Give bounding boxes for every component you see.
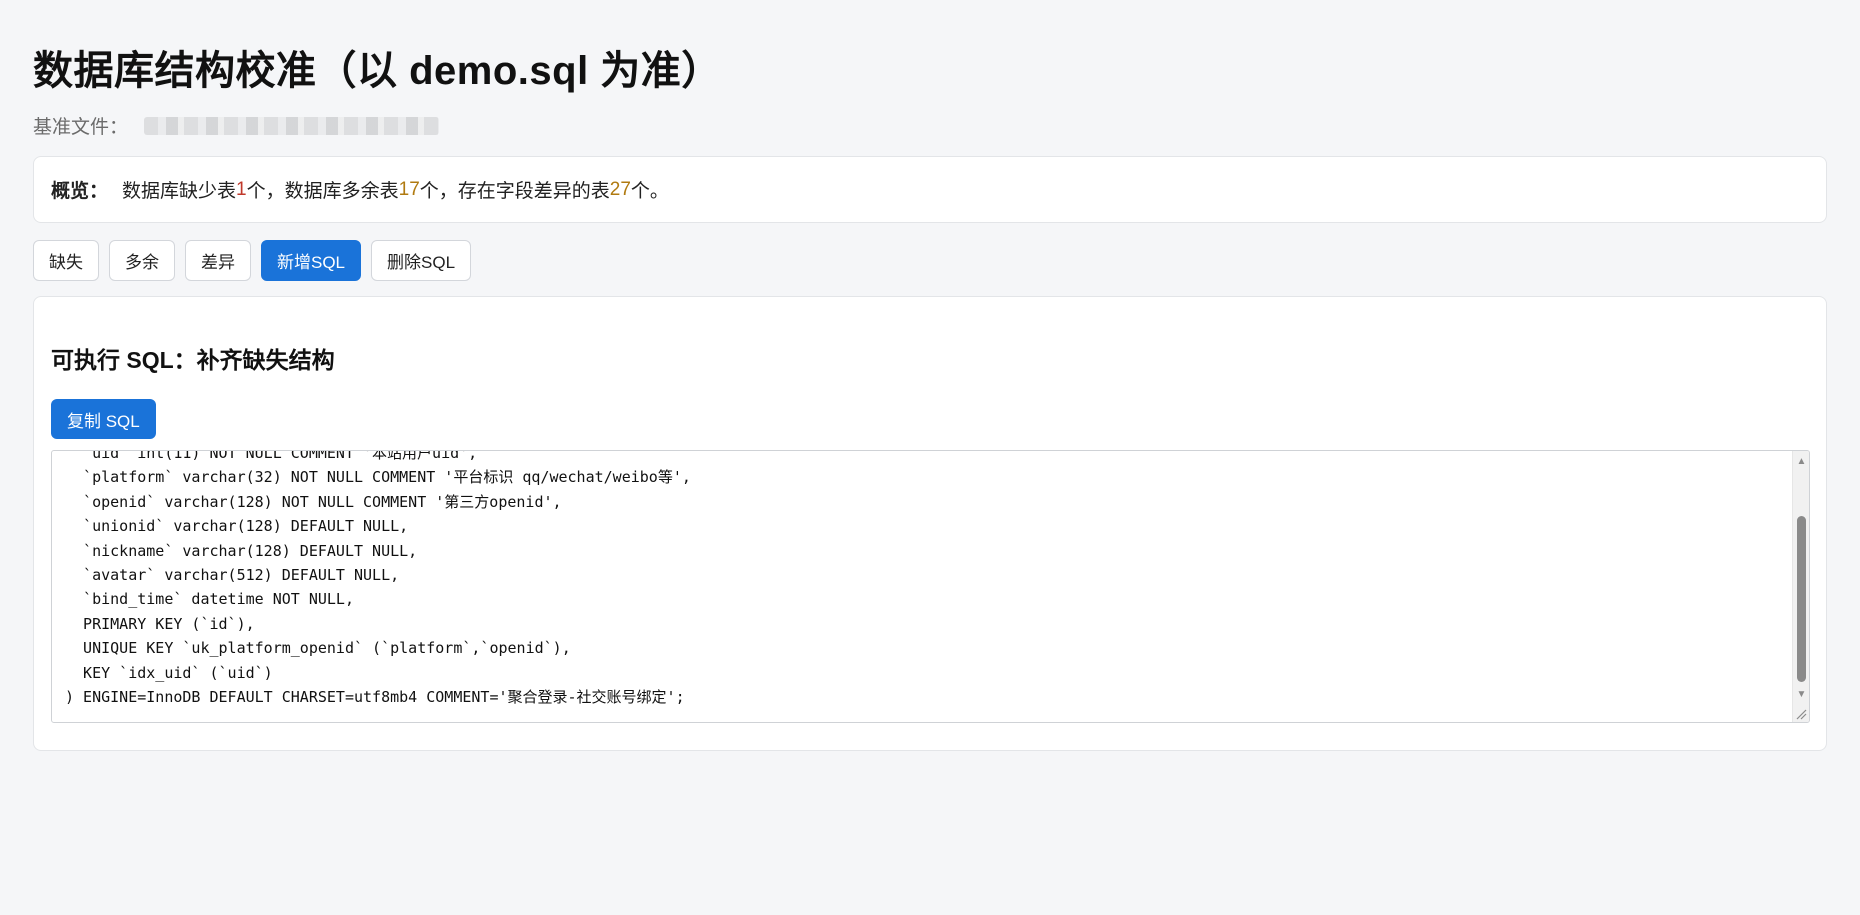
code-line: `nickname` varchar(128) DEFAULT NULL, xyxy=(65,541,418,560)
summary-text-4: 个。 xyxy=(630,181,669,202)
summary-text-1: 数据库缺少表 xyxy=(122,181,237,202)
sql-textarea[interactable]: `uid` int(11) NOT NULL COMMENT '本站用户uid'… xyxy=(51,450,1810,723)
base-file-row: 基准文件： xyxy=(33,112,440,139)
tab-extra[interactable]: 多余 xyxy=(109,240,175,281)
resize-grip-icon[interactable] xyxy=(1794,707,1808,721)
code-line: ) ENGINE=InnoDB DEFAULT CHARSET=utf8mb4 … xyxy=(65,688,685,707)
summary-box: 概览： 数据库缺少表 1 个，数据库多余表 17 个，存在字段差异的表 27 个… xyxy=(33,156,1827,223)
tab-delete-sql[interactable]: 删除SQL xyxy=(371,240,472,281)
code-line: `uid` int(11) NOT NULL COMMENT '本站用户uid'… xyxy=(65,450,478,462)
summary-label: 概览： xyxy=(51,181,109,202)
code-line: `avatar` varchar(512) DEFAULT NULL, xyxy=(65,566,400,585)
code-line: `bind_time` datetime NOT NULL, xyxy=(65,590,354,609)
code-line: `openid` varchar(128) NOT NULL COMMENT '… xyxy=(65,492,562,511)
scroll-up-arrow-icon[interactable]: ▲ xyxy=(1793,455,1809,469)
tab-bar: 缺失 多余 差异 新增SQL 删除SQL xyxy=(33,240,472,281)
sql-panel-title: 可执行 SQL：补齐缺失结构 xyxy=(51,347,335,373)
vertical-scrollbar[interactable]: ▲ ▼ xyxy=(1792,451,1809,722)
code-line: `unionid` varchar(128) DEFAULT NULL, xyxy=(65,517,409,536)
page-title: 数据库结构校准（以 demo.sql 为准） xyxy=(33,49,722,93)
summary-text-2: 个，数据库多余表 xyxy=(246,181,399,202)
tab-missing[interactable]: 缺失 xyxy=(33,240,99,281)
copy-sql-button[interactable]: 复制 SQL xyxy=(51,399,156,439)
base-file-path-redacted xyxy=(144,116,440,135)
tab-add-sql[interactable]: 新增SQL xyxy=(261,240,362,281)
code-line: PRIMARY KEY (`id`), xyxy=(65,614,255,633)
code-line: KEY `idx_uid` (`uid`) xyxy=(65,663,273,682)
page: 数据库结构校准（以 demo.sql 为准） 基准文件： 概览： 数据库缺少表 … xyxy=(0,0,1860,915)
extra-tables-count: 17 xyxy=(398,178,420,200)
diff-tables-count: 27 xyxy=(609,178,631,200)
scrollbar-thumb[interactable] xyxy=(1797,516,1806,682)
code-line: UNIQUE KEY `uk_platform_openid` (`platfo… xyxy=(65,639,571,658)
base-file-label: 基准文件： xyxy=(33,117,129,138)
scroll-down-arrow-icon[interactable]: ▼ xyxy=(1793,688,1809,702)
sql-code: `uid` int(11) NOT NULL COMMENT '本站用户uid'… xyxy=(65,450,691,709)
summary-text-3: 个，存在字段差异的表 xyxy=(419,181,610,202)
sql-panel: 可执行 SQL：补齐缺失结构 复制 SQL `uid` int(11) NOT … xyxy=(33,296,1827,751)
missing-tables-count: 1 xyxy=(236,178,247,200)
tab-diff[interactable]: 差异 xyxy=(185,240,251,281)
code-line: `platform` varchar(32) NOT NULL COMMENT … xyxy=(65,468,691,487)
